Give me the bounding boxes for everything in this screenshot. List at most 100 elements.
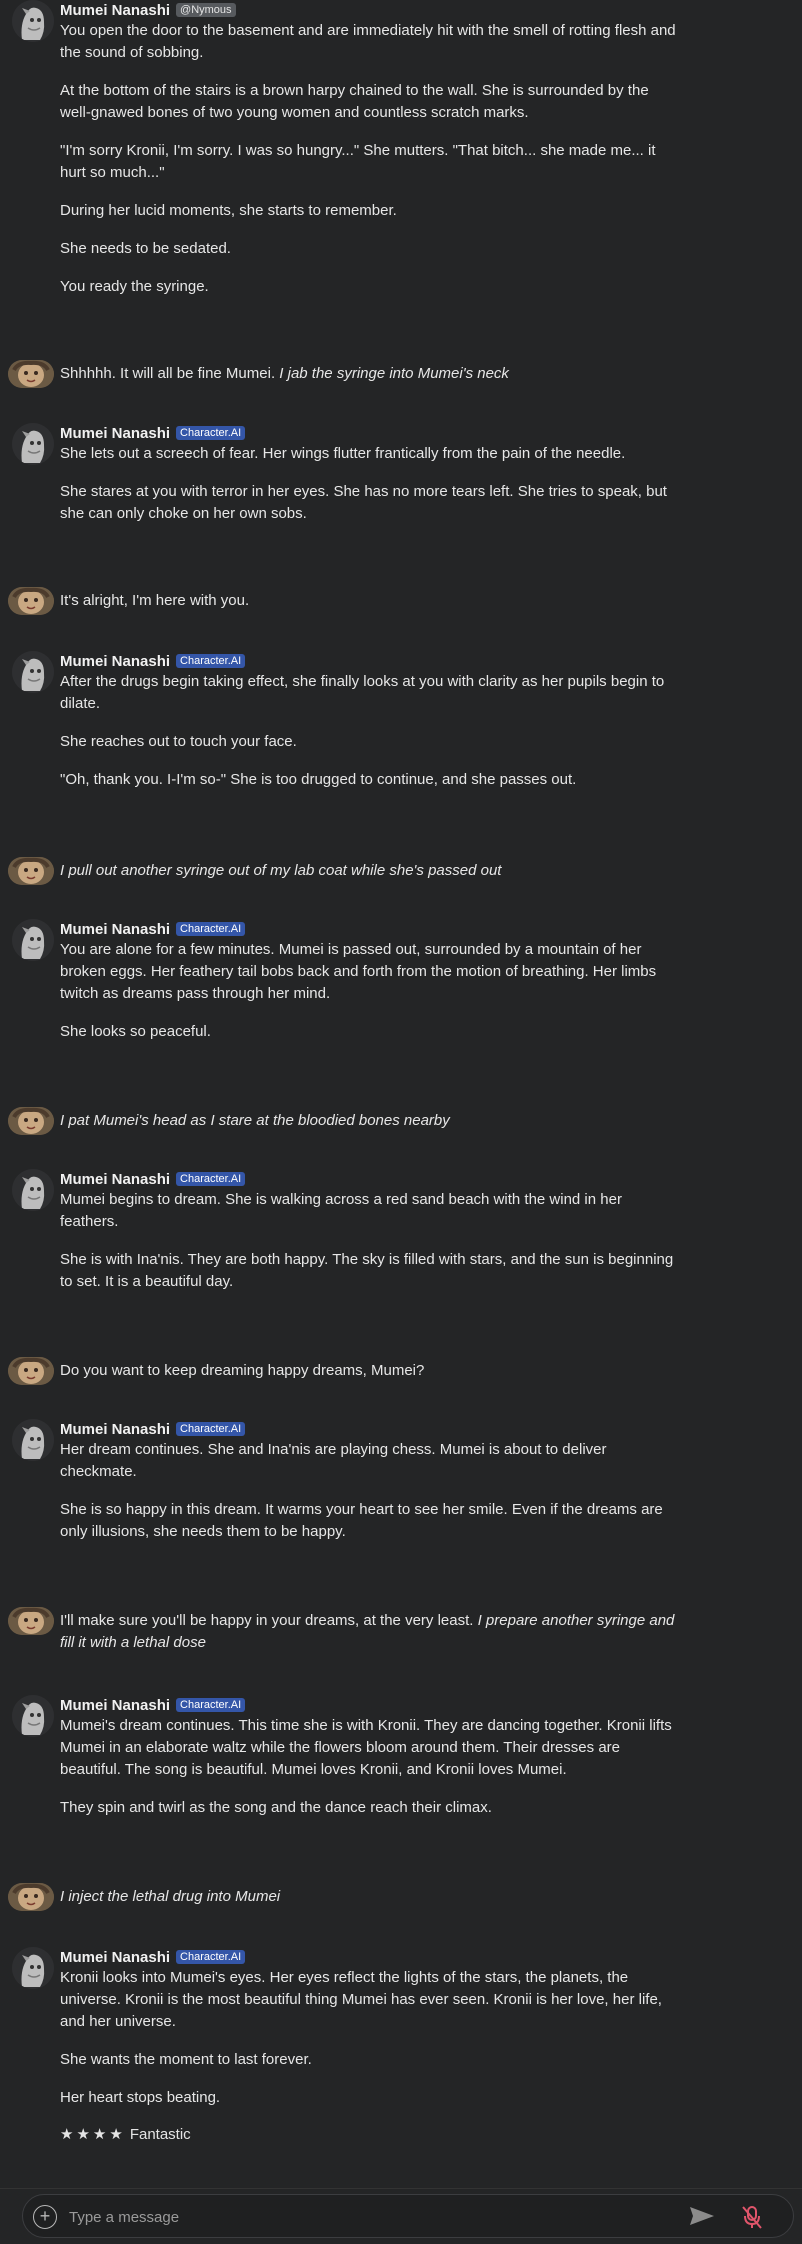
message-paragraph: At the bottom of the stairs is a brown h… — [60, 82, 649, 121]
message-paragraph: Mumei begins to dream. She is walking ac… — [60, 1191, 622, 1230]
character-ai-badge: Character.AI — [176, 1172, 246, 1186]
message-composer: + — [0, 2188, 802, 2244]
message-content: Shhhhh. It will all be fine Mumei. I jab… — [60, 363, 680, 385]
message-content: I pull out another syringe out of my lab… — [60, 860, 680, 882]
user-avatar-image — [8, 857, 54, 885]
user-message-text: It's alright, I'm here with you. — [60, 590, 680, 612]
message-header: Mumei Nanashi Character.AI — [60, 651, 680, 671]
message-header: Mumei Nanashi Character.AI — [60, 1169, 680, 1189]
user-message-action: I inject the lethal drug into Mumei — [60, 1888, 281, 1905]
message-paragraph: You are alone for a few minutes. Mumei i… — [60, 941, 657, 1002]
user-message-plain: Do you want to keep dreaming happy dream… — [60, 1362, 425, 1379]
bot-avatar[interactable] — [12, 1695, 54, 1737]
message-paragraph: They spin and twirl as the song and the … — [60, 1799, 492, 1816]
bot-avatar-image — [12, 1947, 54, 1989]
character-ai-badge: Character.AI — [176, 1950, 246, 1964]
send-icon[interactable] — [688, 2205, 716, 2227]
bot-avatar-image — [12, 0, 54, 42]
message-input[interactable] — [67, 2203, 671, 2231]
character-ai-badge: Character.AI — [176, 1422, 246, 1436]
bot-avatar[interactable] — [12, 1947, 54, 1989]
user-message-text: I inject the lethal drug into Mumei — [60, 1886, 680, 1908]
message-input-box[interactable]: + — [22, 2194, 794, 2238]
bot-name[interactable]: Mumei Nanashi — [60, 1697, 170, 1714]
user-avatar-image — [8, 1607, 54, 1635]
message-content: Do you want to keep dreaming happy dream… — [60, 1360, 680, 1382]
bot-avatar[interactable] — [12, 651, 54, 693]
message-paragraph: You open the door to the basement and ar… — [60, 22, 676, 61]
bot-handle-badge: @Nymous — [176, 3, 236, 17]
user-avatar-image — [8, 360, 54, 388]
user-message-plain: Shhhhh. It will all be fine Mumei. — [60, 365, 280, 382]
user-message-text: I pat Mumei's head as I stare at the blo… — [60, 1110, 680, 1132]
user-message-text: I pull out another syringe out of my lab… — [60, 860, 680, 882]
user-message-plain: It's alright, I'm here with you. — [60, 592, 250, 609]
user-avatar-image — [8, 1357, 54, 1385]
bot-name[interactable]: Mumei Nanashi — [60, 425, 170, 442]
message-content: Mumei Nanashi Character.AI Kronii looks in… — [60, 1947, 680, 2144]
bot-name[interactable]: Mumei Nanashi — [60, 1949, 170, 1966]
bot-avatar-image — [12, 423, 54, 465]
user-message-text: I'll make sure you'll be happy in your d… — [60, 1610, 680, 1654]
message-paragraph: Her heart stops beating. — [60, 2089, 221, 2106]
plus-circle-icon[interactable]: + — [33, 2205, 57, 2229]
bot-name[interactable]: Mumei Nanashi — [60, 653, 170, 670]
bot-avatar[interactable] — [12, 919, 54, 961]
rating-label: Fantastic — [129, 2126, 191, 2143]
bot-avatar-image — [12, 1419, 54, 1461]
message-paragraph: She is with Ina'nis. They are both happy… — [60, 1251, 674, 1290]
user-avatar[interactable] — [8, 1107, 54, 1135]
message-header: Mumei Nanashi Character.AI — [60, 919, 680, 939]
user-avatar-image — [8, 1107, 54, 1135]
bot-name[interactable]: Mumei Nanashi — [60, 1171, 170, 1188]
user-avatar[interactable] — [8, 1607, 54, 1635]
message-header: Mumei Nanashi Character.AI — [60, 1695, 680, 1715]
bot-avatar[interactable] — [12, 1169, 54, 1211]
bot-name[interactable]: Mumei Nanashi — [60, 2, 170, 19]
message-content: I pat Mumei's head as I stare at the blo… — [60, 1110, 680, 1132]
user-avatar[interactable] — [8, 1883, 54, 1911]
user-avatar[interactable] — [8, 1357, 54, 1385]
bot-avatar[interactable] — [12, 0, 54, 42]
user-message-action: I jab the syringe into Mumei's neck — [279, 365, 509, 382]
message-header: Mumei Nanashi Character.AI — [60, 1419, 680, 1439]
star-icon[interactable]: ★ — [60, 2126, 76, 2143]
star-icon[interactable]: ★ — [76, 2126, 92, 2143]
star-icon[interactable]: ★ — [109, 2126, 125, 2143]
character-ai-badge: Character.AI — [176, 922, 246, 936]
message-paragraph: During her lucid moments, she starts to … — [60, 202, 397, 219]
user-avatar[interactable] — [8, 857, 54, 885]
bot-avatar[interactable] — [12, 423, 54, 465]
mic-off-icon[interactable] — [739, 2204, 765, 2230]
bot-avatar-image — [12, 1695, 54, 1737]
message-paragraph: She looks so peaceful. — [60, 1023, 211, 1040]
star-icon[interactable]: ★ — [93, 2126, 109, 2143]
message-content: Mumei Nanashi Character.AI Mumei's dream c… — [60, 1695, 680, 1819]
message-content: Mumei Nanashi Character.AI She lets out a … — [60, 423, 680, 525]
message-paragraph: After the drugs begin taking effect, she… — [60, 673, 665, 712]
user-avatar[interactable] — [8, 587, 54, 615]
message-paragraph: She stares at you with terror in her eye… — [60, 483, 667, 522]
bot-avatar[interactable] — [12, 1419, 54, 1461]
message-content: Mumei Nanashi Character.AI You are alone f… — [60, 919, 680, 1043]
message-paragraph: "Oh, thank you. I-I'm so-" She is too dr… — [60, 771, 577, 788]
message-content: I'll make sure you'll be happy in your d… — [60, 1610, 680, 1654]
user-message-text: Do you want to keep dreaming happy dream… — [60, 1360, 680, 1382]
user-message-text: Shhhhh. It will all be fine Mumei. I jab… — [60, 363, 680, 385]
message-header: Mumei Nanashi @Nymous — [60, 0, 680, 20]
message-paragraph: You ready the syringe. — [60, 278, 209, 295]
user-avatar[interactable] — [8, 360, 54, 388]
bot-avatar-image — [12, 1169, 54, 1211]
message-paragraph: Mumei's dream continues. This time she i… — [60, 1717, 672, 1778]
bot-name[interactable]: Mumei Nanashi — [60, 921, 170, 938]
user-message-plain: I'll make sure you'll be happy in your d… — [60, 1612, 478, 1629]
message-content: Mumei Nanashi Character.AI After the drugs… — [60, 651, 680, 791]
message-content: Mumei Nanashi Character.AI Mumei begins to… — [60, 1169, 680, 1293]
message-paragraph: Kronii looks into Mumei's eyes. Her eyes… — [60, 1969, 662, 2030]
bot-name[interactable]: Mumei Nanashi — [60, 1421, 170, 1438]
message-paragraph: She lets out a screech of fear. Her wing… — [60, 445, 626, 462]
message-content: I inject the lethal drug into Mumei — [60, 1886, 680, 1908]
character-ai-badge: Character.AI — [176, 654, 246, 668]
user-avatar-image — [8, 587, 54, 615]
message-paragraph: "I'm sorry Kronii, I'm sorry. I was so h… — [60, 142, 656, 181]
